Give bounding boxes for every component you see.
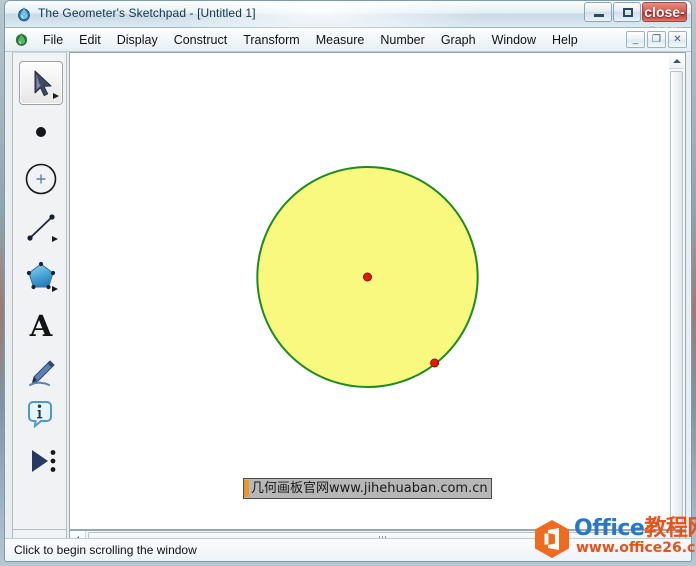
application-window: The Geometer's Sketchpad - [Untitled 1] … [4, 0, 692, 562]
menu-item-list: File Edit Display Construct Transform Me… [35, 28, 586, 52]
desktop-background: The Geometer's Sketchpad - [Untitled 1] … [0, 0, 696, 566]
menu-item-file[interactable]: File [35, 28, 71, 52]
sketch-drawing-surface[interactable] [70, 53, 669, 529]
window-minimize-button[interactable] [584, 2, 612, 22]
circle-center-point [362, 272, 373, 282]
svg-text:A: A [29, 309, 53, 343]
arrow-select-tool[interactable] [19, 61, 63, 105]
compass-circle-tool[interactable] [19, 157, 63, 201]
mdi-close-button[interactable]: ✕ [668, 31, 687, 48]
scroll-up-button[interactable] [669, 53, 684, 69]
vertical-scroll-thumb[interactable] [670, 71, 683, 523]
window-title: The Geometer's Sketchpad - [Untitled 1] [38, 6, 256, 20]
sketchpad-document-icon[interactable] [14, 32, 29, 47]
window-maximize-button[interactable] [613, 2, 641, 22]
status-bar: Click to begin scrolling the window [5, 538, 691, 561]
text-selection-caret [244, 480, 249, 497]
menu-bar: File Edit Display Construct Transform Me… [5, 28, 691, 52]
sketch-text-label-content: 几何画板官网www.jihehuaban.com.cn [251, 480, 488, 496]
menu-item-edit[interactable]: Edit [71, 28, 109, 52]
sketch-canvas[interactable]: 几何画板官网www.jihehuaban.com.cn [69, 52, 669, 530]
menu-item-graph[interactable]: Graph [433, 28, 484, 52]
triangle-up-icon [673, 59, 681, 63]
menu-item-transform[interactable]: Transform [235, 28, 308, 52]
circle-radius-point [430, 358, 440, 368]
point-tool[interactable] [19, 110, 63, 154]
sketchpad-app-icon [16, 6, 32, 22]
mdi-button-group: _ ❐ ✕ [624, 31, 687, 48]
close-icon: close-icon [644, 4, 685, 38]
vertical-scrollbar[interactable] [669, 52, 686, 530]
polygon-tool[interactable] [19, 255, 63, 299]
mdi-close-icon: ✕ [673, 34, 682, 45]
minimize-icon [594, 14, 604, 17]
mdi-restore-icon: ❐ [652, 34, 661, 45]
maximize-icon [623, 8, 633, 17]
sketch-text-label[interactable]: 几何画板官网www.jihehuaban.com.cn [243, 478, 492, 499]
marker-tool[interactable] [19, 351, 63, 395]
text-tool[interactable]: A [19, 303, 63, 347]
caption-button-group: close-icon [583, 2, 687, 38]
menu-item-display[interactable]: Display [109, 28, 166, 52]
tool-palette: A [12, 52, 67, 530]
menu-item-window[interactable]: Window [484, 28, 544, 52]
menu-item-help[interactable]: Help [544, 28, 586, 52]
menu-item-construct[interactable]: Construct [166, 28, 236, 52]
status-message: Click to begin scrolling the window [14, 543, 197, 557]
menu-item-measure[interactable]: Measure [308, 28, 373, 52]
straightedge-tool[interactable] [19, 206, 63, 250]
custom-tools-button[interactable] [19, 439, 63, 483]
title-bar: The Geometer's Sketchpad - [Untitled 1] … [5, 1, 691, 43]
information-tool[interactable] [19, 393, 63, 437]
client-area: A 几何画板官网www.jihehuaban.com.cn [5, 52, 691, 561]
mdi-minimize-icon: _ [632, 34, 639, 45]
mdi-minimize-button[interactable]: _ [626, 31, 645, 48]
mdi-restore-button[interactable]: ❐ [647, 31, 666, 48]
window-close-button[interactable]: close-icon [642, 2, 687, 38]
menu-item-number[interactable]: Number [372, 28, 432, 52]
